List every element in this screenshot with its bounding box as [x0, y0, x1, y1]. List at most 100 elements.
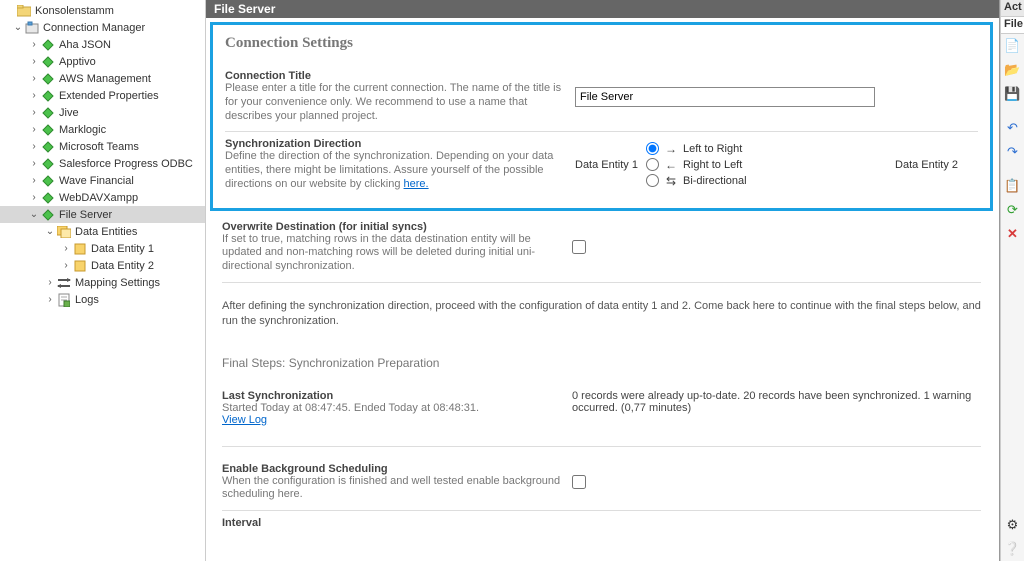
tree-item-file-server[interactable]: ⌄ File Server: [0, 206, 205, 223]
connection-icon: [40, 38, 56, 52]
arrow-right-icon: →: [663, 142, 679, 156]
chevron-down-icon[interactable]: ⌄: [12, 22, 24, 33]
connection-icon: [40, 191, 56, 205]
chevron-down-icon[interactable]: ⌄: [28, 209, 40, 220]
connection-icon: [40, 106, 56, 120]
tree-entity-2[interactable]: › Data Entity 2: [0, 257, 205, 274]
tree-item[interactable]: ›Salesforce Progress ODBC: [0, 155, 205, 172]
folder-icon: [16, 4, 32, 18]
chevron-right-icon[interactable]: ›: [28, 141, 40, 152]
open-icon[interactable]: 📂: [1004, 61, 1022, 79]
chevron-right-icon[interactable]: ›: [60, 260, 72, 271]
new-icon[interactable]: 📄: [1004, 37, 1022, 55]
right-toolbar: Act File 📄 📂 💾 ↶ ↷ 📋 ⟳ ✕ ⚙ ❔: [1000, 0, 1024, 561]
radio-bi-input[interactable]: [646, 174, 659, 187]
chevron-right-icon[interactable]: ›: [28, 39, 40, 50]
manager-icon: [24, 21, 40, 35]
chevron-right-icon[interactable]: ›: [28, 56, 40, 67]
chevron-right-icon[interactable]: ›: [28, 124, 40, 135]
radio-ltr[interactable]: →Left to Right: [646, 142, 747, 156]
radio-bi[interactable]: ⇆Bi-directional: [646, 174, 747, 188]
info-note: After defining the synchronization direc…: [222, 283, 981, 350]
file-tab[interactable]: File: [1001, 17, 1024, 34]
tree-item[interactable]: ›Marklogic: [0, 121, 205, 138]
connection-icon: [40, 89, 56, 103]
actions-tab[interactable]: Act: [1001, 0, 1024, 17]
undo-icon[interactable]: ↶: [1004, 119, 1022, 137]
bg-sched-desc: When the configuration is finished and w…: [222, 475, 562, 503]
connection-icon: [40, 174, 56, 188]
entities-icon: [56, 225, 72, 239]
bg-sched-checkbox[interactable]: [572, 475, 586, 489]
overwrite-desc: If set to true, matching rows in the dat…: [222, 233, 562, 274]
chevron-right-icon[interactable]: ›: [28, 107, 40, 118]
connection-icon: [40, 55, 56, 69]
final-steps-heading: Final Steps: Synchronization Preparation: [222, 350, 981, 386]
connection-title-input[interactable]: [575, 87, 875, 107]
last-sync-desc: Started Today at 08:47:45. Ended Today a…: [222, 402, 572, 414]
save-icon[interactable]: 💾: [1004, 85, 1022, 103]
connection-icon: [40, 72, 56, 86]
last-sync-label: Last Synchronization: [222, 390, 572, 402]
chevron-down-icon[interactable]: ⌄: [44, 226, 56, 237]
entity-icon: [72, 242, 88, 256]
tree-item[interactable]: ›Microsoft Teams: [0, 138, 205, 155]
arrow-left-icon: ←: [663, 158, 679, 172]
section-title: Connection Settings: [225, 35, 978, 52]
chevron-right-icon[interactable]: ›: [28, 90, 40, 101]
tree-root[interactable]: Konsolenstamm: [0, 2, 205, 19]
conn-title-desc: Please enter a title for the current con…: [225, 82, 565, 123]
page-header: File Server: [206, 0, 999, 18]
copy-icon[interactable]: 📋: [1004, 177, 1022, 195]
delete-icon[interactable]: ✕: [1004, 225, 1022, 243]
interval-label: Interval: [222, 517, 562, 529]
mapping-icon: [56, 276, 72, 290]
chevron-right-icon[interactable]: ›: [28, 158, 40, 169]
chevron-right-icon[interactable]: ›: [44, 294, 56, 305]
refresh-icon[interactable]: ⟳: [1004, 201, 1022, 219]
sync-here-link[interactable]: here.: [404, 178, 429, 190]
chevron-right-icon[interactable]: ›: [28, 192, 40, 203]
chevron-right-icon[interactable]: ›: [60, 243, 72, 254]
overwrite-label: Overwrite Destination (for initial syncs…: [222, 221, 562, 233]
overwrite-checkbox[interactable]: [572, 240, 586, 254]
connection-icon: [40, 157, 56, 171]
radio-ltr-input[interactable]: [646, 142, 659, 155]
radio-rtl-input[interactable]: [646, 158, 659, 171]
tree-panel: Konsolenstamm ⌄ Connection Manager ›Aha …: [0, 0, 206, 561]
radio-rtl[interactable]: ←Right to Left: [646, 158, 747, 172]
logs-icon: [56, 293, 72, 307]
connection-icon: [40, 123, 56, 137]
sync-left-entity: Data Entity 1: [575, 159, 638, 171]
tree-logs[interactable]: › Logs: [0, 291, 205, 308]
tree-mapping[interactable]: › Mapping Settings: [0, 274, 205, 291]
tree-connection-manager[interactable]: ⌄ Connection Manager: [0, 19, 205, 36]
entity-icon: [72, 259, 88, 273]
tree-entity-1[interactable]: › Data Entity 1: [0, 240, 205, 257]
settings-icon[interactable]: ⚙: [1004, 516, 1022, 534]
tree-item[interactable]: ›Jive: [0, 104, 205, 121]
conn-title-label: Connection Title: [225, 70, 565, 82]
view-log-link[interactable]: View Log: [222, 414, 267, 426]
last-sync-result: 0 records were already up-to-date. 20 re…: [572, 390, 981, 426]
content-scroll[interactable]: Connection Settings Connection Title Ple…: [206, 18, 999, 561]
tree-item[interactable]: ›Extended Properties: [0, 87, 205, 104]
tree-data-entities[interactable]: ⌄ Data Entities: [0, 223, 205, 240]
connection-icon: [40, 140, 56, 154]
chevron-right-icon[interactable]: ›: [44, 277, 56, 288]
sync-right-entity: Data Entity 2: [895, 159, 958, 171]
chevron-right-icon[interactable]: ›: [28, 175, 40, 186]
tree-item[interactable]: ›Wave Financial: [0, 172, 205, 189]
sync-direction-radios: →Left to Right ←Right to Left ⇆Bi-direct…: [646, 142, 747, 188]
help-icon[interactable]: ❔: [1004, 540, 1022, 558]
bg-sched-label: Enable Background Scheduling: [222, 463, 562, 475]
arrow-bi-icon: ⇆: [663, 174, 679, 188]
sync-dir-label: Synchronization Direction: [225, 138, 565, 150]
tree-item[interactable]: ›Apptivo: [0, 53, 205, 70]
tree-item[interactable]: ›WebDAVXampp: [0, 189, 205, 206]
tree-item[interactable]: ›Aha JSON: [0, 36, 205, 53]
tree-item[interactable]: ›AWS Management: [0, 70, 205, 87]
redo-icon[interactable]: ↷: [1004, 143, 1022, 161]
chevron-right-icon[interactable]: ›: [28, 73, 40, 84]
connection-icon: [40, 208, 56, 222]
